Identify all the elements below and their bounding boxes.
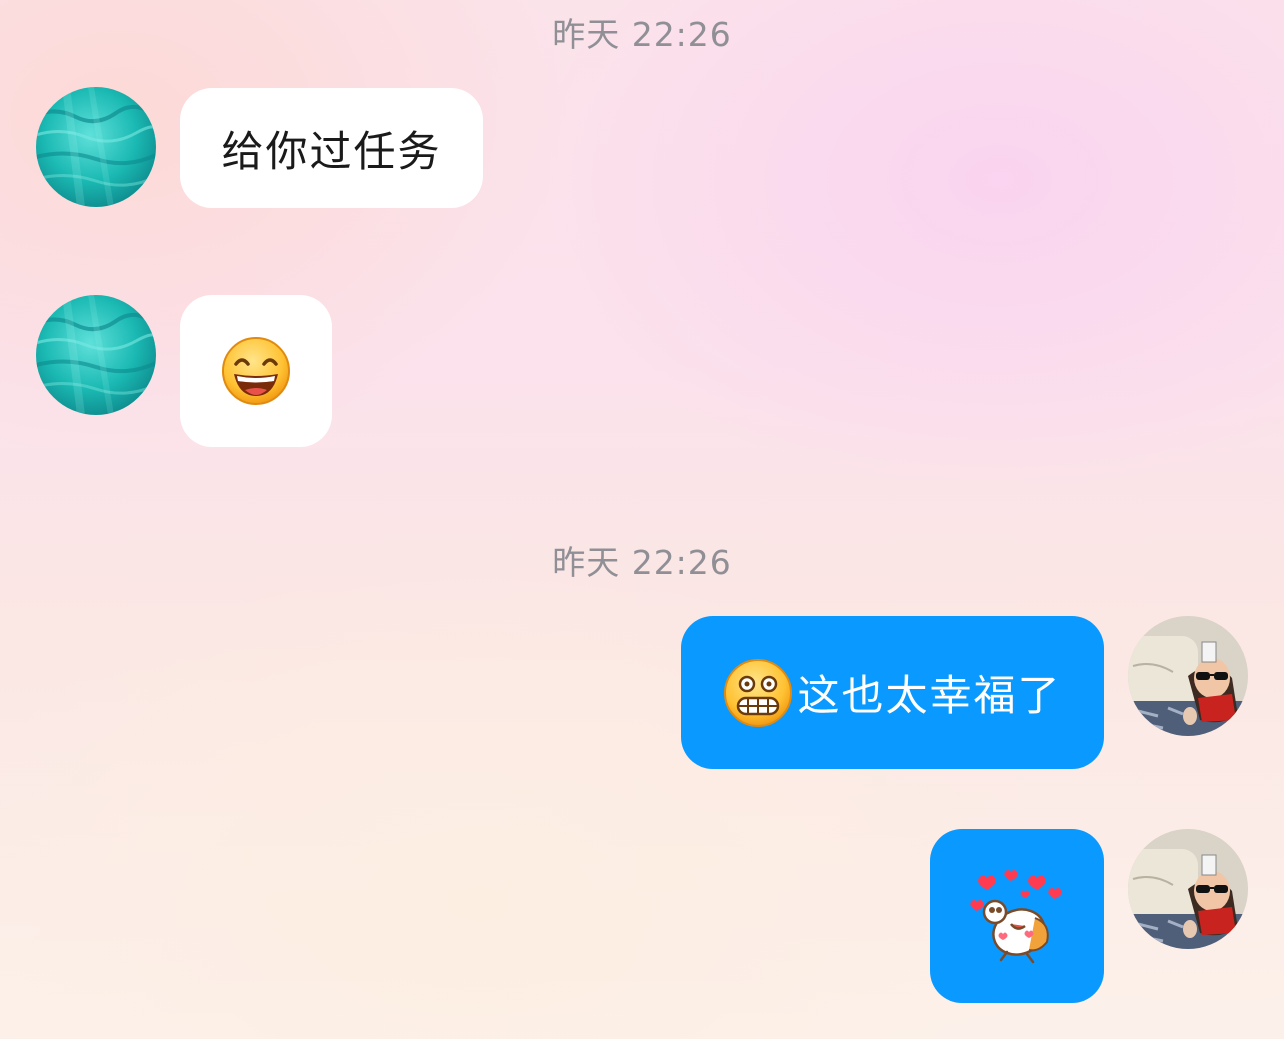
outgoing-message-bubble[interactable]: 这也太幸福了 [681, 616, 1104, 769]
contact-avatar[interactable] [36, 87, 156, 207]
cartoon-love-sticker-icon [970, 870, 1062, 964]
grinning-face-emoji-icon [222, 337, 290, 405]
contact-avatar[interactable] [36, 295, 156, 415]
ocean-water-avatar-image [36, 87, 156, 207]
girl-with-sunglasses-avatar-image [1128, 616, 1248, 736]
ocean-water-avatar-image [36, 295, 156, 415]
grin-emoji-icon [724, 658, 793, 727]
incoming-emoji-bubble[interactable] [180, 295, 332, 447]
message-text: 给你过任务 [221, 126, 442, 176]
outgoing-sticker-bubble[interactable] [930, 829, 1104, 1003]
message-text: 这也太幸福了 [797, 671, 1062, 720]
my-avatar[interactable] [1128, 829, 1248, 949]
incoming-message-bubble[interactable]: 给你过任务 [180, 88, 483, 208]
girl-with-sunglasses-avatar-image [1128, 829, 1248, 949]
timestamp: 昨天 22:26 [552, 543, 732, 582]
timestamp: 昨天 22:26 [552, 15, 732, 54]
my-avatar[interactable] [1128, 616, 1248, 736]
